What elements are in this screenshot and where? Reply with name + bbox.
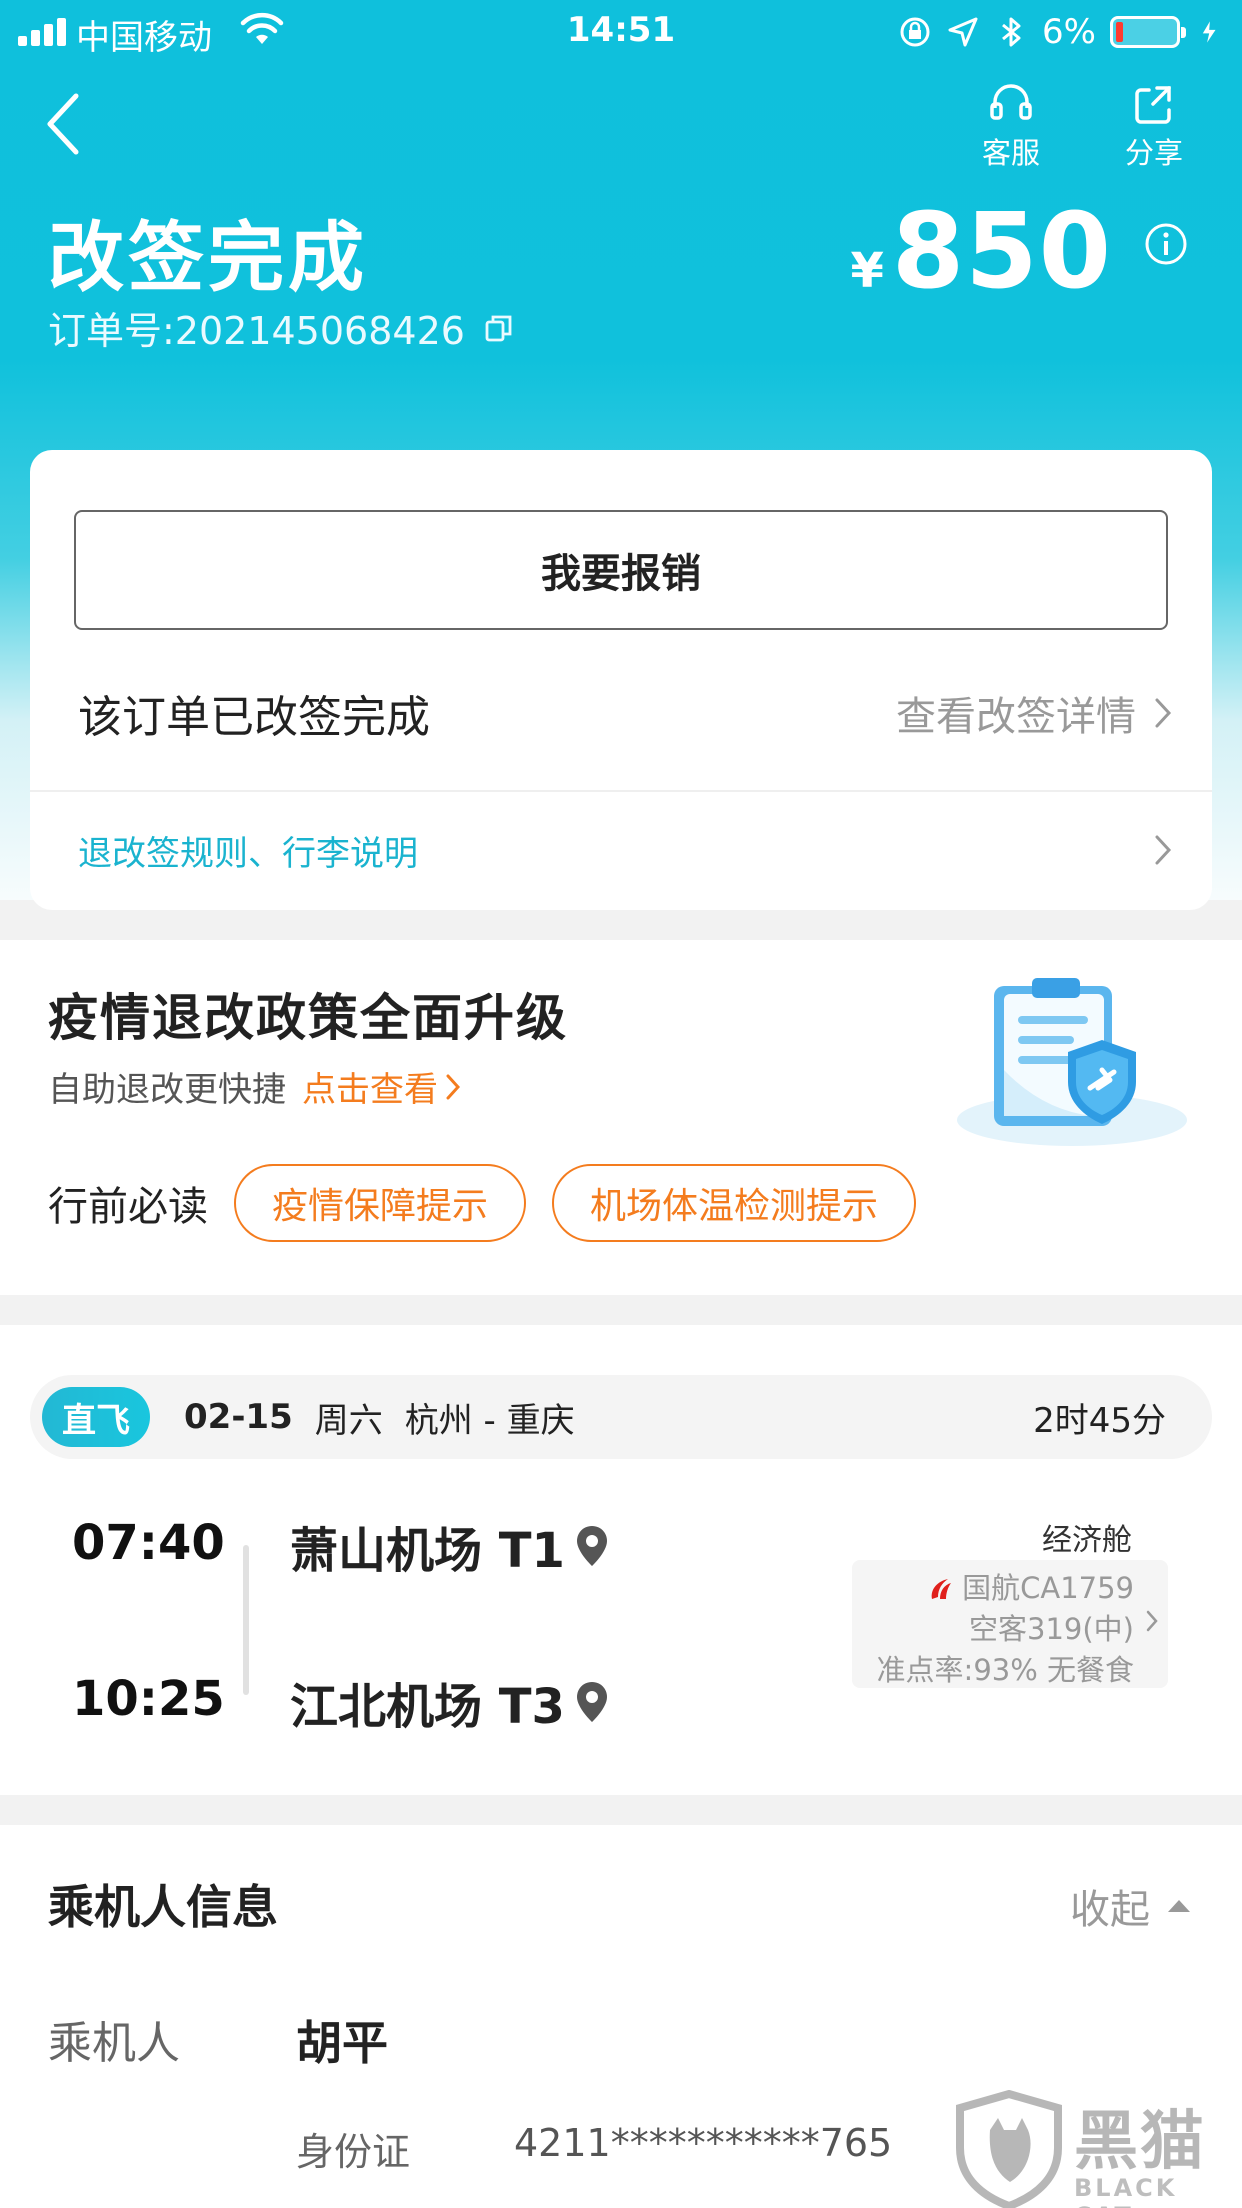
flight-summary-bar: 直飞 02-15 周六 杭州 - 重庆 2时45分 <box>30 1375 1212 1459</box>
lock-rotation-icon <box>900 17 930 47</box>
flight-info-section: 直飞 02-15 周六 杭州 - 重庆 2时45分 07:40 10:25 萧山… <box>0 1325 1242 1795</box>
total-price: ¥ 850 <box>851 190 1113 312</box>
currency-symbol: ¥ <box>850 243 884 299</box>
aircraft-type: 空客319(中) <box>969 1612 1134 1646</box>
order-number-row: 订单号:202145068426 <box>48 300 515 355</box>
divider <box>30 790 1212 792</box>
change-status-text: 该订单已改签完成 <box>78 692 430 743</box>
reimburse-button[interactable]: 我要报销 <box>74 510 1168 630</box>
arrival-airport[interactable]: 江北机场 T3 <box>290 1667 609 1737</box>
air-china-logo-icon <box>931 1578 952 1599</box>
policy-promo-section: 疫情退改政策全面升级 自助退改更快捷 点击查看 行前必读 疫情保障提示 机场体温… <box>0 940 1242 1295</box>
promo-view-label: 点击查看 <box>302 1070 438 1110</box>
customer-service-button[interactable]: 客服 <box>966 82 1056 172</box>
flight-date: 02-15 <box>184 1397 293 1437</box>
timeline-line <box>243 1545 249 1695</box>
punctuality-meal: 准点率:93% 无餐食 <box>876 1653 1134 1687</box>
collapse-button[interactable]: 收起 <box>1070 1877 1192 1935</box>
clipboard-shield-illustration-icon <box>957 978 1187 1146</box>
back-arrow-icon[interactable] <box>40 88 90 158</box>
direct-flight-badge: 直飞 <box>42 1387 150 1447</box>
price-amount: 850 <box>891 190 1112 312</box>
order-status-card: 我要报销 该订单已改签完成 查看改签详情 退改签规则、行李说明 <box>30 450 1212 910</box>
passenger-section-title: 乘机人信息 <box>48 1880 278 1934</box>
promo-view-link[interactable]: 点击查看 <box>302 1062 460 1111</box>
share-label: 分享 <box>1124 136 1183 170</box>
order-number: 订单号:202145068426 <box>48 309 465 353</box>
bluetooth-icon <box>1002 17 1021 47</box>
share-button[interactable]: 分享 <box>1114 82 1194 172</box>
id-type: 身份证 <box>296 2130 411 2174</box>
copy-icon[interactable] <box>483 312 515 344</box>
customer-service-label: 客服 <box>981 136 1040 170</box>
temperature-check-tips-button[interactable]: 机场体温检测提示 <box>552 1164 917 1242</box>
share-icon <box>1135 86 1171 124</box>
arrival-airport-name: 江北机场 T3 <box>290 1679 565 1735</box>
epidemic-tips-button[interactable]: 疫情保障提示 <box>234 1164 527 1242</box>
departure-airport-name: 萧山机场 T1 <box>290 1523 565 1579</box>
battery-percent: 6% <box>1042 12 1096 52</box>
collapse-label: 收起 <box>1070 1887 1150 1933</box>
departure-time: 07:40 <box>72 1515 225 1571</box>
flight-route-info: 02-15 周六 杭州 - 重庆 <box>184 1375 575 1459</box>
promo-subtitle-row: 自助退改更快捷 点击查看 <box>48 1062 460 1111</box>
arrival-time: 10:25 <box>72 1671 225 1727</box>
passenger-name: 胡平 <box>296 2016 388 2070</box>
triangle-up-icon <box>1168 1900 1190 1912</box>
charging-icon <box>1202 21 1216 43</box>
rules-link-row[interactable]: 退改签规则、行李说明 <box>78 820 1172 880</box>
status-bar: 中国移动 14:51 6% <box>0 0 1242 62</box>
change-status-row: 该订单已改签完成 查看改签详情 <box>78 678 1172 748</box>
flight-duration: 2时45分 <box>1033 1400 1166 1441</box>
map-pin-icon[interactable] <box>575 1524 609 1568</box>
watermark-subtext: BLACK CAT <box>1074 2174 1178 2208</box>
chevron-right-icon <box>1155 835 1172 865</box>
promo-subtitle: 自助退改更快捷 <box>48 1070 286 1110</box>
watermark-text: 黑猫 <box>1074 2105 1206 2179</box>
cabin-class: 经济舱 <box>1042 1523 1132 1558</box>
promo-title: 疫情退改政策全面升级 <box>48 989 568 1047</box>
chevron-right-icon <box>446 1074 460 1099</box>
location-icon <box>948 17 978 47</box>
airline-flight-number: 国航CA1759 <box>962 1571 1134 1605</box>
passenger-label: 乘机人 <box>48 2018 180 2069</box>
chevron-right-icon <box>1146 1610 1158 1632</box>
departure-airport[interactable]: 萧山机场 T1 <box>290 1511 609 1581</box>
id-number: 4211***********765 <box>514 2121 893 2165</box>
airline-info-box[interactable]: 国航CA1759 空客319(中) 准点率:93% 无餐食 <box>852 1560 1168 1688</box>
cat-shield-logo-icon <box>956 2090 1062 2208</box>
black-cat-watermark: 黑猫 BLACK CAT <box>954 2090 1234 2208</box>
map-pin-icon[interactable] <box>575 1680 609 1724</box>
page-title: 改签完成 <box>48 213 368 302</box>
view-change-details-link[interactable]: 查看改签详情 <box>896 684 1172 742</box>
info-icon[interactable] <box>1144 222 1188 266</box>
headset-icon <box>990 84 1032 120</box>
must-read-row: 行前必读 疫情保障提示 机场体温检测提示 <box>48 1162 917 1244</box>
battery-icon <box>1110 16 1186 48</box>
view-change-details-label: 查看改签详情 <box>896 694 1136 740</box>
chevron-right-icon <box>1155 698 1172 728</box>
flight-route: 杭州 - 重庆 <box>404 1400 575 1441</box>
flight-weekday: 周六 <box>314 1400 383 1441</box>
must-read-label: 行前必读 <box>48 1184 208 1230</box>
rules-link[interactable]: 退改签规则、行李说明 <box>78 826 418 875</box>
